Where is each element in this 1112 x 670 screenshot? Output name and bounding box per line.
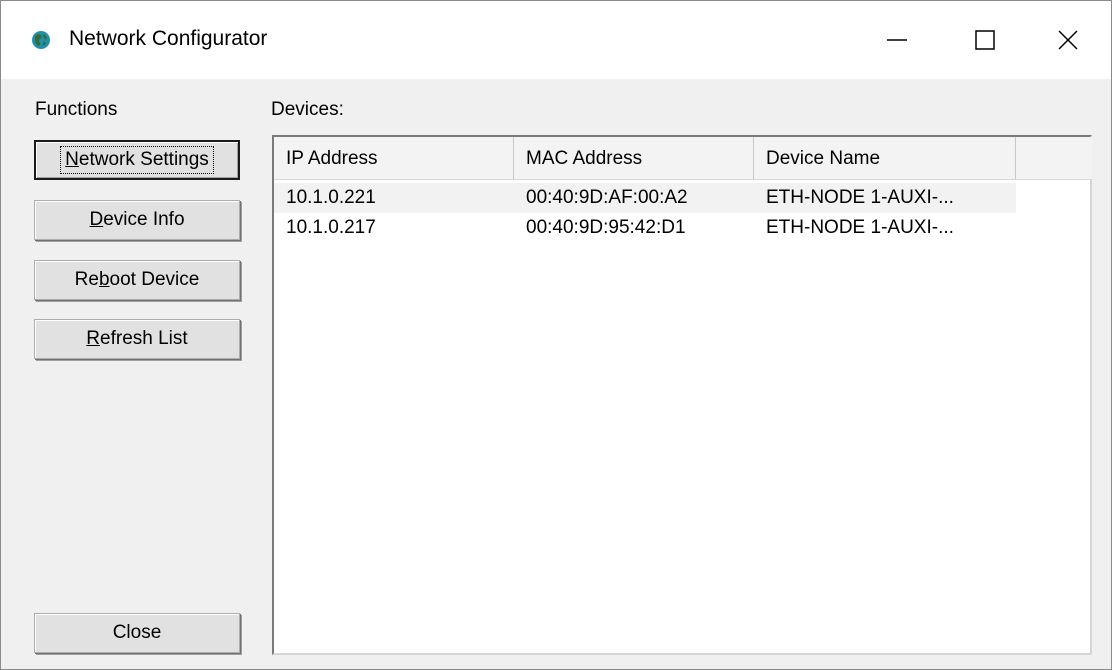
accelerator-key: b	[98, 269, 110, 290]
column-header-filler	[1016, 137, 1092, 179]
close-icon	[1058, 30, 1078, 50]
accelerator-key: R	[86, 328, 101, 349]
device-info-button[interactable]: Device Info	[34, 200, 240, 240]
network-settings-button[interactable]: Network Settings	[34, 140, 240, 180]
column-header-device-name[interactable]: Device Name	[754, 137, 1016, 179]
functions-label: Functions	[35, 99, 118, 120]
column-header-mac-address[interactable]: MAC Address	[514, 137, 754, 179]
maximize-button[interactable]	[937, 1, 1033, 79]
minimize-button[interactable]	[849, 1, 945, 79]
mac-address-cell: 00:40:9D:AF:00:A2	[526, 187, 688, 208]
refresh-list-button[interactable]: Refresh List	[34, 319, 240, 359]
devices-label: Devices:	[271, 99, 344, 120]
device-name-cell: ETH-NODE 1-AUXI-...	[766, 187, 954, 208]
close-window-button[interactable]	[1025, 1, 1111, 79]
focus-rectangle: Network Settings	[60, 146, 214, 174]
mac-address-cell: 00:40:9D:95:42:D1	[526, 217, 686, 238]
accelerator-key: N	[65, 149, 79, 170]
table-row[interactable]: 10.1.0.217 00:40:9D:95:42:D1 ETH-NODE 1-…	[274, 213, 1016, 243]
table-row[interactable]: 10.1.0.221 00:40:9D:AF:00:A2 ETH-NODE 1-…	[274, 183, 1016, 213]
title-bar[interactable]: Network Configurator	[1, 1, 1111, 79]
device-name-cell: ETH-NODE 1-AUXI-...	[766, 217, 954, 238]
ip-address-cell: 10.1.0.217	[286, 217, 376, 238]
network-configurator-window: Network Configurator Functions Devices: …	[0, 0, 1112, 670]
maximize-icon	[975, 30, 995, 50]
ip-address-cell: 10.1.0.221	[286, 187, 376, 208]
devices-list[interactable]: IP Address MAC Address Device Name 10.1.…	[272, 135, 1092, 655]
column-header-ip-address[interactable]: IP Address	[274, 137, 514, 179]
minimize-icon	[887, 39, 907, 41]
list-header: IP Address MAC Address Device Name	[274, 137, 1092, 180]
accelerator-key: D	[89, 209, 104, 230]
window-title: Network Configurator	[69, 27, 268, 50]
globe-icon	[32, 31, 50, 49]
close-button[interactable]: Close	[34, 613, 240, 653]
reboot-device-button[interactable]: Re b oot Device	[34, 260, 240, 300]
